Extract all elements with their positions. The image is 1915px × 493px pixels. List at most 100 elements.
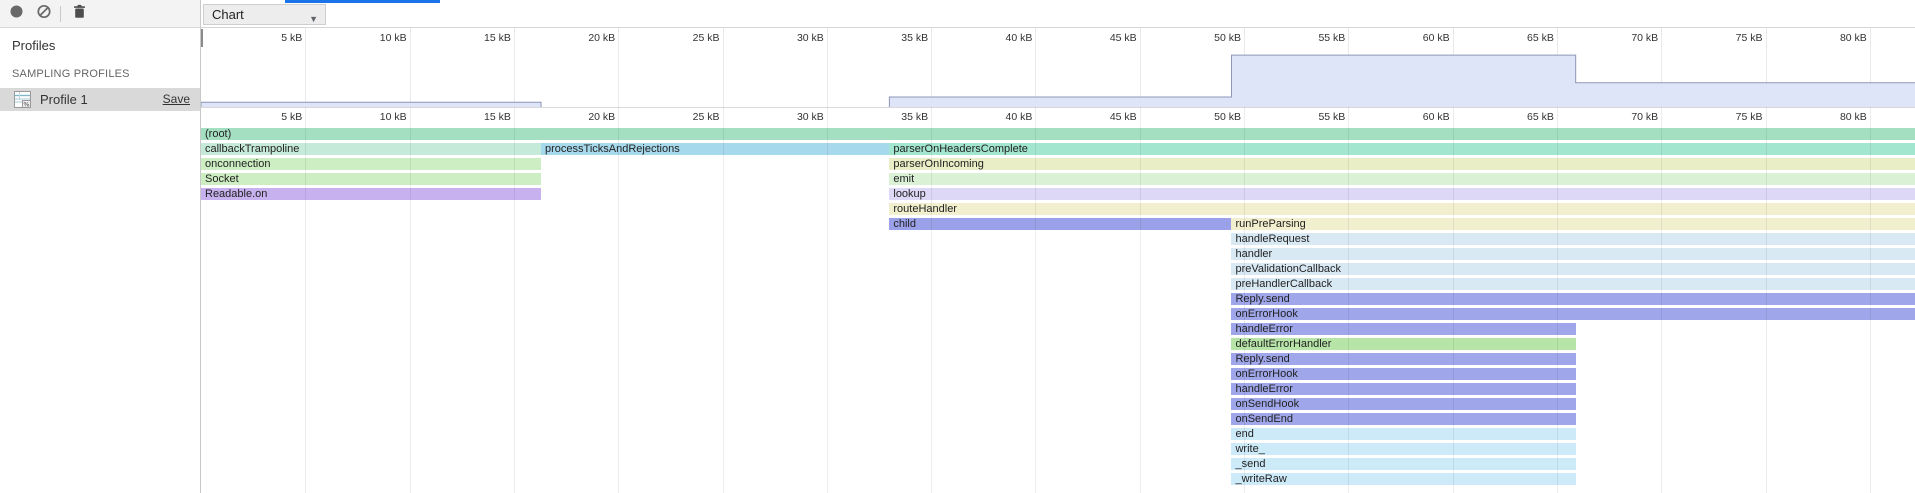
flame-bar[interactable]: parserOnHeadersComplete: [889, 143, 1915, 155]
flame-ruler-tick-label: 50 kB: [1141, 111, 1241, 123]
flame-bar-label: child: [893, 218, 916, 230]
flame-bar[interactable]: onErrorHook: [1231, 308, 1915, 320]
overview-ruler-tick-label: 70 kB: [1558, 32, 1658, 44]
flame-gridline: [1870, 107, 1871, 493]
flame-bar[interactable]: onErrorHook: [1231, 368, 1575, 380]
flame-bar[interactable]: handleError: [1231, 323, 1575, 335]
flame-bar[interactable]: Reply.send: [1231, 353, 1575, 365]
flame-bar[interactable]: preValidationCallback: [1231, 263, 1915, 275]
flame-bar[interactable]: Socket: [201, 173, 541, 185]
flame-gridline: [827, 107, 828, 493]
flame-bar-label: parserOnHeadersComplete: [893, 143, 1028, 155]
flame-bar[interactable]: Readable.on: [201, 188, 541, 200]
overview-ruler-tick-label: 5 kB: [202, 32, 302, 44]
flame-bar[interactable]: emit: [889, 173, 1915, 185]
memory-profiler-panel: Chart ▼ Profiles SAMPLING PROFILES % Pro…: [0, 0, 1915, 493]
flame-bar-label: onconnection: [205, 158, 270, 170]
overview-ruler-tick-label: 55 kB: [1245, 32, 1345, 44]
profile-name: Profile 1: [40, 92, 88, 107]
overview-ruler-tick-label: 10 kB: [307, 32, 407, 44]
flame-ruler-tick-label: 35 kB: [828, 111, 928, 123]
save-profile-link[interactable]: Save: [163, 92, 190, 106]
flame-bar-label: onSendHook: [1235, 398, 1299, 410]
flame-bar[interactable]: end: [1231, 428, 1575, 440]
overview-ruler-tick-label: 60 kB: [1350, 32, 1450, 44]
flame-bar[interactable]: parserOnIncoming: [889, 158, 1915, 170]
flame-bar[interactable]: callbackTrampoline: [201, 143, 541, 155]
overview-ruler-tick-label: 50 kB: [1141, 32, 1241, 44]
flame-gridline: [1661, 107, 1662, 493]
profiler-toolbar: [0, 0, 200, 28]
profiles-title: Profiles: [0, 29, 200, 53]
flame-ruler-tick-label: 10 kB: [307, 111, 407, 123]
flame-bar[interactable]: _writeRaw: [1231, 473, 1575, 485]
flame-bar-label: write_: [1235, 443, 1264, 455]
flame-bar[interactable]: _send: [1231, 458, 1575, 470]
flame-bar[interactable]: lookup: [889, 188, 1915, 200]
overview-ruler-tick-label: 40 kB: [932, 32, 1032, 44]
flame-gridline: [1244, 107, 1245, 493]
flame-bar[interactable]: onSendEnd: [1231, 413, 1575, 425]
flame-bar[interactable]: defaultErrorHandler: [1231, 338, 1575, 350]
overview-ruler-tick-label: 30 kB: [724, 32, 824, 44]
allocation-chart-pane: 5 kB10 kB15 kB20 kB25 kB30 kB35 kB40 kB4…: [201, 28, 1915, 493]
overview-ruler-tick-label: 75 kB: [1663, 32, 1763, 44]
flame-gridline: [410, 107, 411, 493]
flame-ruler-tick-label: 5 kB: [202, 111, 302, 123]
flame-bar-label: handleRequest: [1235, 233, 1309, 245]
flame-ruler-tick-label: 80 kB: [1767, 111, 1867, 123]
flame-gridline: [514, 107, 515, 493]
flame-gridline: [1348, 107, 1349, 493]
flame-bar-label: defaultErrorHandler: [1235, 338, 1331, 350]
flame-bar-label: Readable.on: [205, 188, 267, 200]
flame-gridline: [1140, 107, 1141, 493]
flame-ruler-tick-label: 45 kB: [1037, 111, 1137, 123]
flame-bar-label: _send: [1235, 458, 1265, 470]
active-tab-indicator: [285, 0, 440, 3]
flame-ruler-tick-label: 75 kB: [1663, 111, 1763, 123]
clear-icon[interactable]: [37, 4, 51, 23]
flame-bar[interactable]: processTicksAndRejections: [541, 143, 889, 155]
flame-gridline: [1035, 107, 1036, 493]
flame-bar-label: parserOnIncoming: [893, 158, 984, 170]
flame-bar[interactable]: onconnection: [201, 158, 541, 170]
flame-ruler-tick-label: 30 kB: [724, 111, 824, 123]
overview-ruler-tick-label: 20 kB: [515, 32, 615, 44]
flame-bar[interactable]: handleError: [1231, 383, 1575, 395]
chevron-down-icon: ▼: [309, 10, 318, 29]
flame-gridline: [1453, 107, 1454, 493]
flame-bar[interactable]: preHandlerCallback: [1231, 278, 1915, 290]
view-mode-value: Chart: [212, 7, 244, 22]
flame-ruler-tick-label: 70 kB: [1558, 111, 1658, 123]
record-icon[interactable]: [10, 5, 23, 23]
flame-bar-label: emit: [893, 173, 914, 185]
flame-bar[interactable]: Reply.send: [1231, 293, 1915, 305]
sidebar-item-profile-1[interactable]: % Profile 1 Save: [0, 88, 200, 111]
flame-ruler-tick-label: 15 kB: [411, 111, 511, 123]
overview-ruler-tick-label: 80 kB: [1767, 32, 1867, 44]
flame-bar-label: (root): [205, 128, 231, 140]
flame-bar-label: preValidationCallback: [1235, 263, 1341, 275]
overview-ruler-tick-label: 35 kB: [828, 32, 928, 44]
flame-bar[interactable]: routeHandler: [889, 203, 1915, 215]
overview-resize-handle[interactable]: [201, 29, 203, 47]
flame-bar[interactable]: write_: [1231, 443, 1575, 455]
profiles-sidebar: Profiles SAMPLING PROFILES % Profile 1 S…: [0, 29, 200, 493]
flame-bar[interactable]: (root): [201, 128, 1915, 140]
flame-bar-label: handler: [1235, 248, 1272, 260]
flame-bar[interactable]: child: [889, 218, 1231, 230]
flame-bar[interactable]: onSendHook: [1231, 398, 1575, 410]
view-mode-select[interactable]: Chart ▼: [203, 4, 326, 25]
overview-area-chart[interactable]: [201, 48, 1915, 108]
flame-bar[interactable]: runPreParsing: [1231, 218, 1915, 230]
flame-bar[interactable]: handler: [1231, 248, 1915, 260]
flame-ruler-tick-label: 40 kB: [932, 111, 1032, 123]
flame-gridline: [723, 107, 724, 493]
overview-ruler-tick-label: 65 kB: [1454, 32, 1554, 44]
overview-ruler-tick-label: 45 kB: [1037, 32, 1137, 44]
trash-icon[interactable]: [73, 4, 86, 23]
chart-pane-header: Chart ▼: [201, 0, 1915, 28]
profile-icon: %: [14, 91, 31, 113]
flame-bar[interactable]: handleRequest: [1231, 233, 1915, 245]
flame-bar-label: preHandlerCallback: [1235, 278, 1332, 290]
